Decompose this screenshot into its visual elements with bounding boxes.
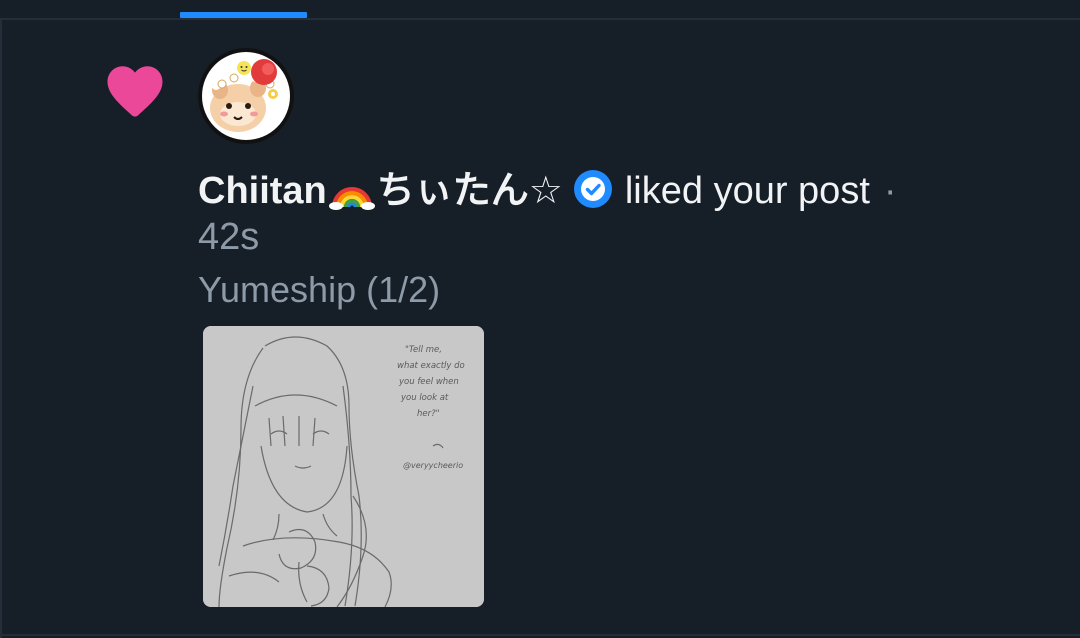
author-name-suffix[interactable]: ちぃたん☆: [377, 170, 563, 212]
image-signature: @veryycheerio: [403, 461, 463, 470]
author-name[interactable]: Chiitan: [198, 170, 327, 212]
image-caption-line-2: what exactly do: [397, 361, 465, 371]
separator-dot: ·: [883, 170, 897, 212]
verified-check-icon: [573, 170, 612, 208]
list-divider: [0, 634, 1080, 636]
notification-text: Chiitan ちぃたん☆ liked your post ·: [198, 166, 1048, 216]
image-caption-line-3: you feel when: [398, 377, 459, 387]
left-border: [0, 20, 2, 638]
image-caption-line-1: "Tell me,: [405, 345, 442, 355]
avatar[interactable]: [198, 48, 294, 144]
post-title[interactable]: Yumeship (1/2): [198, 267, 440, 313]
rainbow-icon: [328, 187, 375, 210]
post-image-thumbnail[interactable]: "Tell me, what exactly do you feel when …: [203, 326, 484, 607]
timestamp: 42s: [198, 216, 260, 258]
tab-bar-divider: [0, 18, 1080, 20]
heart-icon: [107, 66, 163, 117]
image-caption-line-5: her?": [417, 409, 440, 419]
notification-action: liked your post: [624, 170, 870, 212]
notifications-screen: Chiitan ちぃたん☆ liked your post · 42s Yumeshi…: [0, 0, 1080, 638]
image-caption-line-4: you look at: [400, 393, 449, 403]
